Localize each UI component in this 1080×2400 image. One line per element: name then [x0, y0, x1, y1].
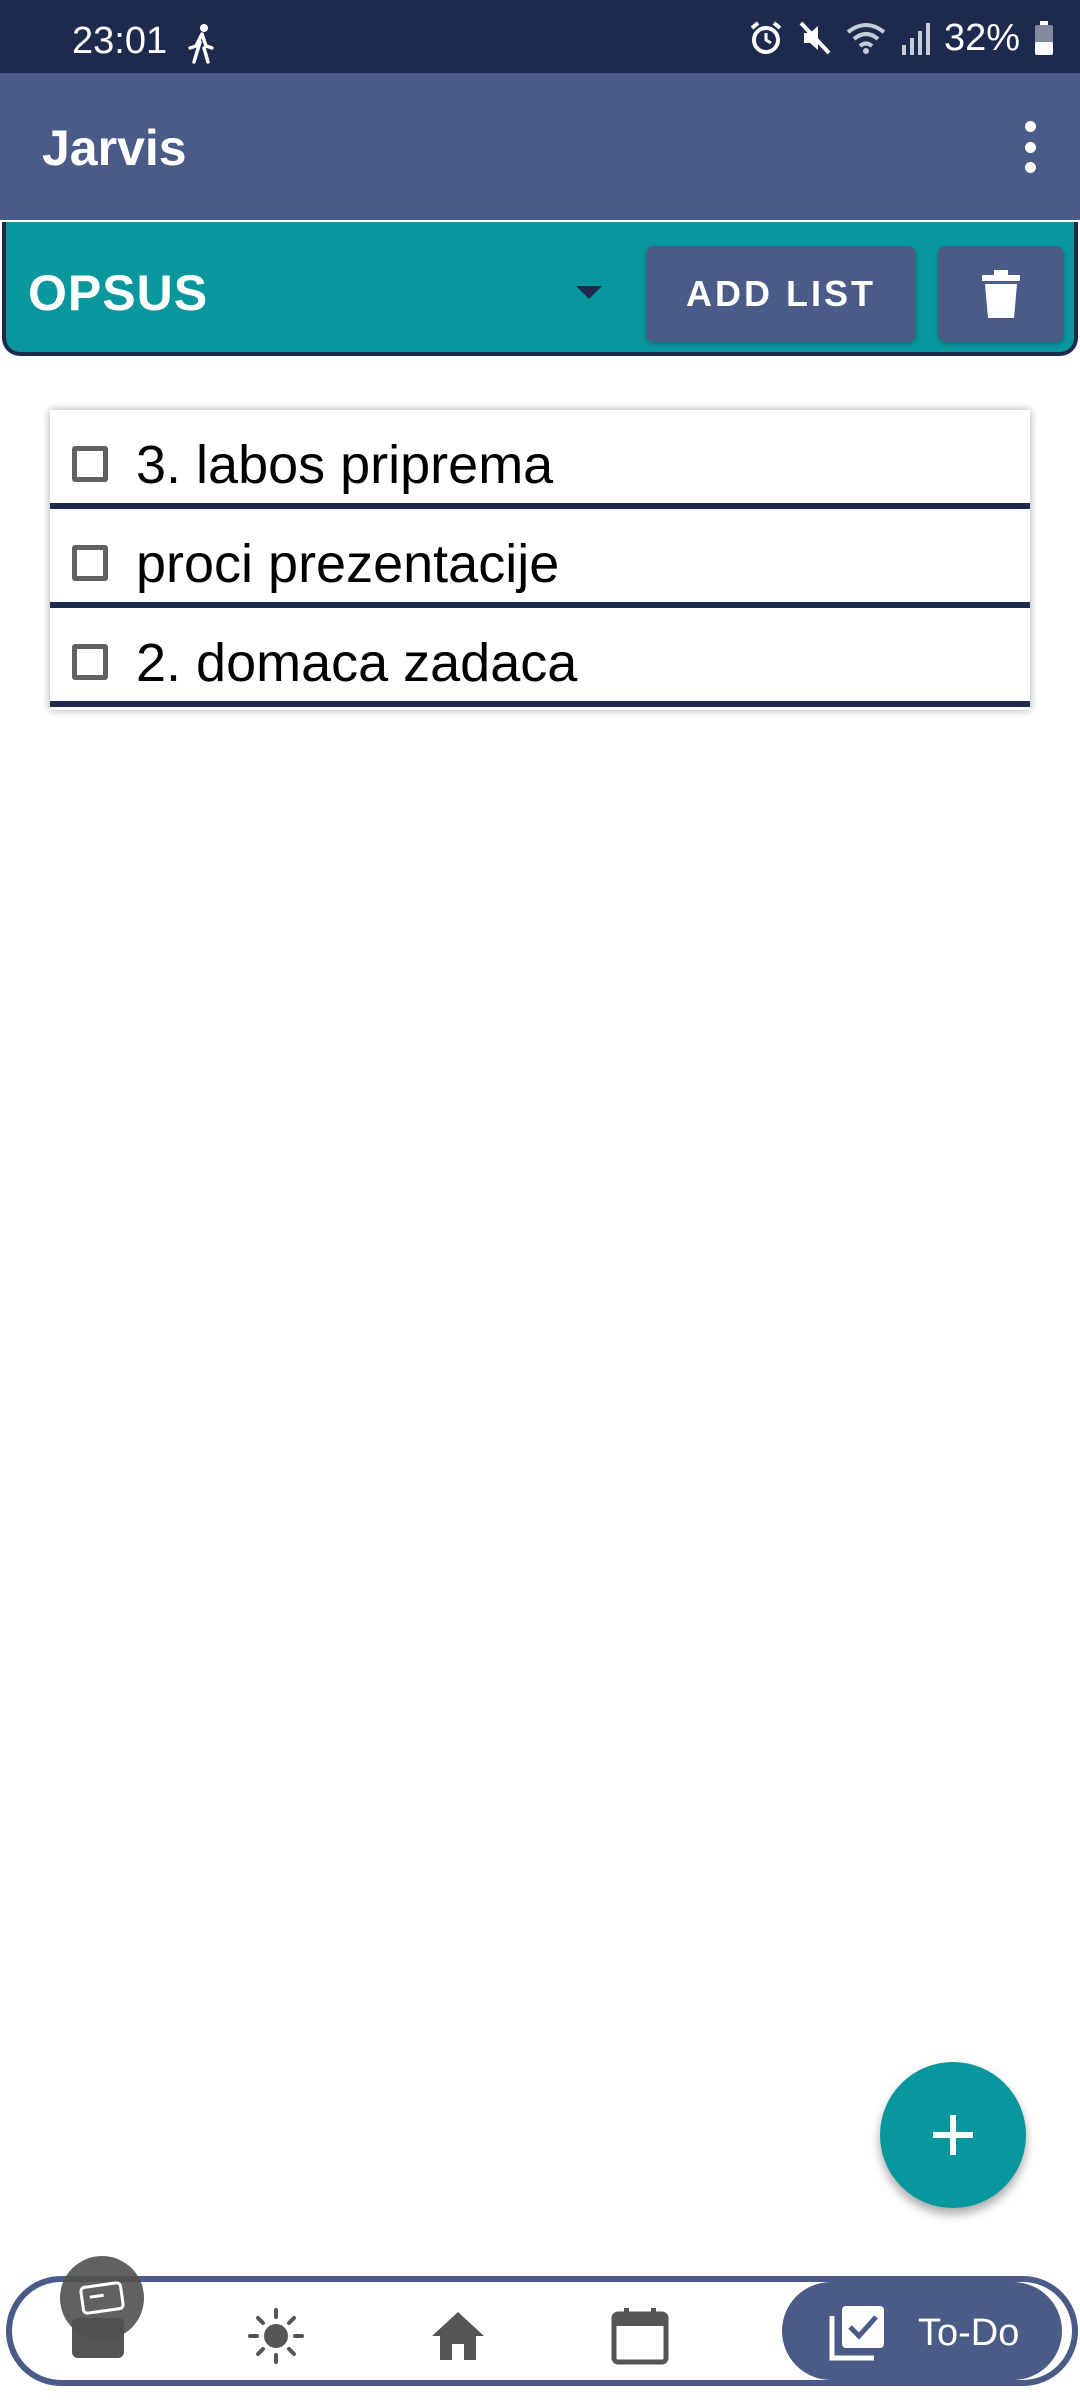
add-todo-button[interactable]: [880, 2062, 1026, 2208]
status-bar: 23:01 32%: [0, 0, 1080, 73]
calendar-icon[interactable]: [610, 2306, 670, 2366]
list-dropdown[interactable]: OPSUS: [28, 260, 608, 330]
signal-icon: [901, 23, 930, 55]
dropdown-arrow-icon: [576, 286, 602, 299]
battery-percent: 32%: [943, 16, 1020, 59]
app-bar: Jarvis: [0, 73, 1080, 220]
plus-icon: [933, 2115, 973, 2155]
todo-check-icon: [829, 2306, 884, 2361]
nav-todo-tab[interactable]: To-Do: [782, 2282, 1062, 2380]
delete-list-button[interactable]: [938, 246, 1064, 342]
battery-icon: [1035, 21, 1053, 55]
todo-checkbox[interactable]: [72, 446, 108, 482]
list-toolbar: OPSUS ADD LIST: [2, 222, 1078, 356]
more-vert-icon[interactable]: [1008, 117, 1052, 177]
todo-checkbox[interactable]: [72, 545, 108, 581]
todo-item[interactable]: 2. domaca zadaca: [50, 608, 1030, 707]
walking-icon: [188, 24, 214, 64]
sun-icon[interactable]: [246, 2306, 306, 2366]
todo-checkbox[interactable]: [72, 644, 108, 680]
wifi-icon: [846, 23, 886, 54]
trash-icon: [982, 270, 1020, 318]
alarm-icon: [750, 21, 782, 54]
app-title: Jarvis: [42, 120, 187, 176]
card-icon: [79, 2281, 125, 2315]
todo-text: proci prezentacije: [136, 534, 560, 594]
todo-item[interactable]: proci prezentacije: [50, 509, 1030, 608]
todo-list: 3. labos priprema proci prezentacije 2. …: [50, 410, 1030, 710]
add-list-button[interactable]: ADD LIST: [646, 246, 916, 342]
todo-text: 3. labos priprema: [136, 435, 554, 495]
bottom-navigation: To-Do: [6, 2276, 1078, 2386]
status-icons: 32%: [748, 16, 1054, 59]
todo-text: 2. domaca zadaca: [136, 633, 578, 693]
floating-overlay-bubble[interactable]: [60, 2256, 144, 2340]
mute-icon: [799, 21, 831, 55]
nav-todo-label: To-Do: [918, 2312, 1020, 2354]
todo-item[interactable]: 3. labos priprema: [50, 410, 1030, 509]
status-time: 23:01: [72, 20, 168, 62]
selected-list-name: OPSUS: [28, 265, 209, 321]
home-icon[interactable]: [428, 2306, 488, 2366]
